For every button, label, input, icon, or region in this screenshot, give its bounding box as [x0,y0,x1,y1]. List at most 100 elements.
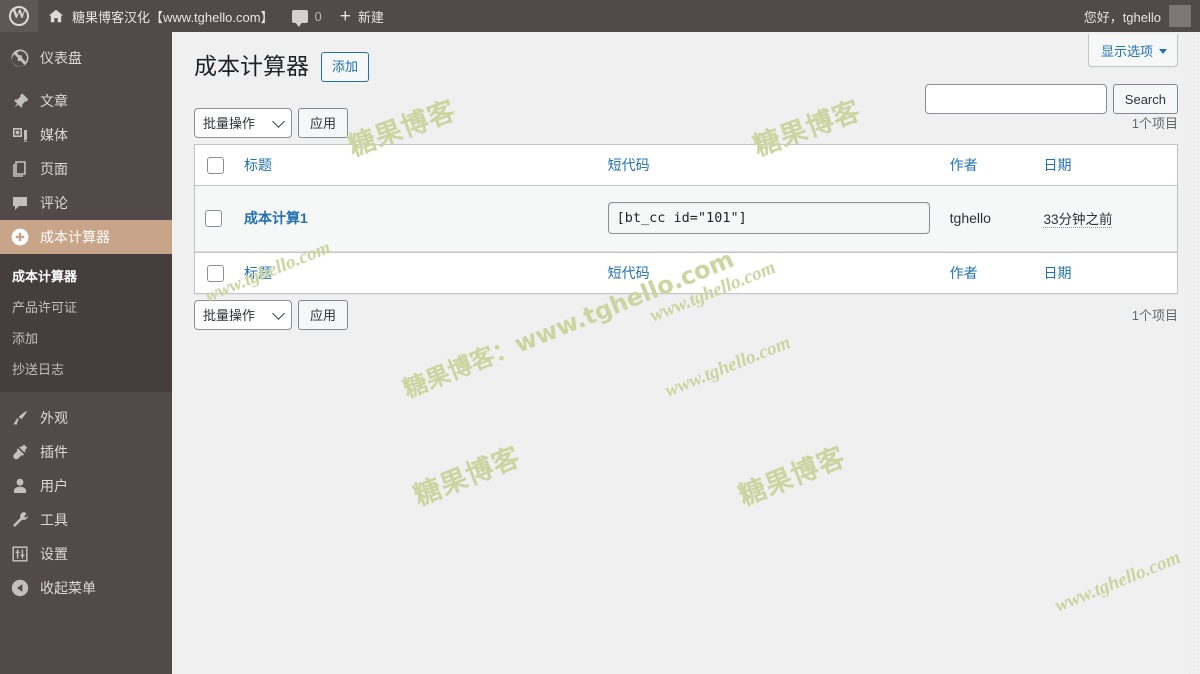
column-header-shortcode-bottom[interactable]: 短代码 [597,251,940,293]
plus-circle-icon [10,227,30,247]
column-header-date-bottom[interactable]: 日期 [1033,251,1177,293]
new-content-menu[interactable]: + 新建 [331,0,393,32]
bulk-action-selected-label: 批量操作 [203,308,256,324]
my-account-menu[interactable]: 您好，tghello [1075,0,1200,32]
table-foot: 标题 短代码 作者 日期 [195,251,1177,293]
sidebar-item-tools[interactable]: 工具 [0,503,172,537]
sidebar-item-label: 用户 [40,478,68,494]
sidebar-item-label: 成本计算器 [40,229,110,245]
sidebar-item-cost-calculator[interactable]: 成本计算器 [0,220,180,254]
dashboard-icon [10,48,30,68]
page-wrap: 成本计算器 添加 Search 批量操作 应用 1个项目 标题 短代码 作者 日… [172,32,1200,330]
table-nav-top: 批量操作 应用 1个项目 [194,107,1178,138]
add-new-button[interactable]: 添加 [321,52,370,82]
page-header: 成本计算器 添加 [194,32,1178,82]
sidebar-item-settings[interactable]: 设置 [0,537,172,571]
submenu-item-cc-log[interactable]: 抄送日志 [0,353,172,384]
submenu-item-product-license[interactable]: 产品许可证 [0,291,172,322]
row-checkbox[interactable] [205,210,222,228]
tools-wrench-icon [10,510,30,530]
comments-menu[interactable]: 0 [283,0,331,32]
bulk-action-selected-label: 批量操作 [203,116,256,132]
column-header-title-top[interactable]: 标题 [234,144,598,186]
sidebar-item-plugins[interactable]: 插件 [0,435,172,469]
column-header-author-top[interactable]: 作者 [939,144,1034,186]
sidebar-item-label: 页面 [40,161,68,177]
sidebar-item-label: 插件 [40,444,68,460]
sidebar-item-label: 媒体 [40,127,68,143]
row-title-link[interactable]: 成本计算1 [244,210,308,226]
media-icon [10,125,30,145]
sidebar-item-label: 工具 [40,512,68,528]
main-content-area: 显示选项 成本计算器 添加 Search 批量操作 应用 1个项目 标题 短代码… [172,32,1200,674]
column-header-author-bottom[interactable]: 作者 [939,251,1034,293]
table-row: 成本计算1 tghello 33分钟之前 [195,185,1177,252]
sidebar-item-dashboard[interactable]: 仪表盘 [0,41,172,75]
page-edge-texture [1188,32,1200,674]
row-date-cell: 33分钟之前 [1033,185,1177,252]
sidebar-item-label: 文章 [40,93,68,109]
howdy-label: 您好，tghello [1083,9,1161,25]
site-name-menu[interactable]: 糖果博客汉化【www.tghello.com】 [38,0,283,32]
sidebar-item-label: 评论 [40,195,68,211]
select-all-checkbox-top[interactable] [207,156,224,174]
home-icon [47,7,65,25]
submenu-item-add-new[interactable]: 添加 [0,322,172,353]
sidebar-item-pages[interactable]: 页面 [0,152,172,186]
comment-count: 0 [314,8,322,24]
menu-spacer-top [0,32,172,41]
new-content-label: 新建 [357,9,384,25]
row-title-cell: 成本计算1 [234,185,598,252]
sidebar-item-posts[interactable]: 文章 [0,84,172,118]
select-all-header-bottom [195,251,234,293]
table-head: 标题 短代码 作者 日期 [195,144,1177,186]
table-header-row: 标题 短代码 作者 日期 [195,144,1177,186]
plus-icon: + [339,5,351,27]
sidebar-item-label: 收起菜单 [40,580,96,596]
submenu-item-cost-calculator[interactable]: 成本计算器 [0,260,172,291]
row-shortcode-cell [597,185,940,252]
menu-spacer-2 [0,392,172,401]
sidebar-item-media[interactable]: 媒体 [0,118,172,152]
row-date-relative: 33分钟之前 [1043,212,1113,229]
menu-spacer-1 [0,75,172,84]
select-all-checkbox-bottom[interactable] [207,264,224,282]
bulk-apply-button-top[interactable]: 应用 [298,107,349,138]
bulk-action-select-top[interactable]: 批量操作 [194,107,292,138]
screen-options-label: 显示选项 [1100,44,1153,59]
shortcode-input[interactable] [607,202,930,235]
chevron-down-icon [272,115,285,128]
column-header-date-top[interactable]: 日期 [1033,144,1177,186]
sidebar-item-collapse-menu[interactable]: 收起菜单 [0,571,172,605]
sidebar-item-appearance[interactable]: 外观 [0,401,172,435]
wp-logo-menu[interactable] [0,0,38,32]
comment-bubble-icon [291,9,308,27]
avatar [1169,5,1191,27]
chevron-down-icon [272,307,285,320]
admin-sidebar-menu: 仪表盘 文章 媒体 页面 评论 成本计算器 成本计算器 产品许可证 添加 抄送日… [0,32,180,674]
row-select-cell [195,185,234,252]
displaying-num-top: 1个项目 [1131,116,1178,132]
wordpress-logo-icon [9,4,29,26]
sidebar-submenu-cost-calculator: 成本计算器 产品许可证 添加 抄送日志 [0,254,172,392]
table-footer-row: 标题 短代码 作者 日期 [195,251,1177,293]
column-header-shortcode-top[interactable]: 短代码 [597,144,940,186]
sidebar-item-label: 仪表盘 [40,50,82,66]
sidebar-item-users[interactable]: 用户 [0,469,172,503]
screen-options-toggle[interactable]: 显示选项 [1087,34,1178,67]
chevron-down-icon [1159,49,1167,54]
table-nav-bottom: 批量操作 应用 1个项目 [194,299,1178,330]
table-body: 成本计算1 tghello 33分钟之前 [195,185,1177,252]
bulk-apply-button-bottom[interactable]: 应用 [298,299,349,330]
column-header-title-bottom[interactable]: 标题 [234,251,598,293]
page-title: 成本计算器 [194,53,309,80]
bulk-action-select-bottom[interactable]: 批量操作 [194,299,292,330]
displaying-num-bottom: 1个项目 [1131,308,1178,324]
appearance-brush-icon [10,408,30,428]
row-author-cell: tghello [939,185,1034,252]
cost-calculator-table: 标题 短代码 作者 日期 成本计算1 tghel [194,143,1178,294]
admin-bar: 糖果博客汉化【www.tghello.com】 0 + 新建 您好，tghell… [0,0,1200,32]
sidebar-item-label: 外观 [40,410,68,426]
sidebar-item-comments[interactable]: 评论 [0,186,172,220]
screen-meta-links: 显示选项 [1087,34,1178,67]
